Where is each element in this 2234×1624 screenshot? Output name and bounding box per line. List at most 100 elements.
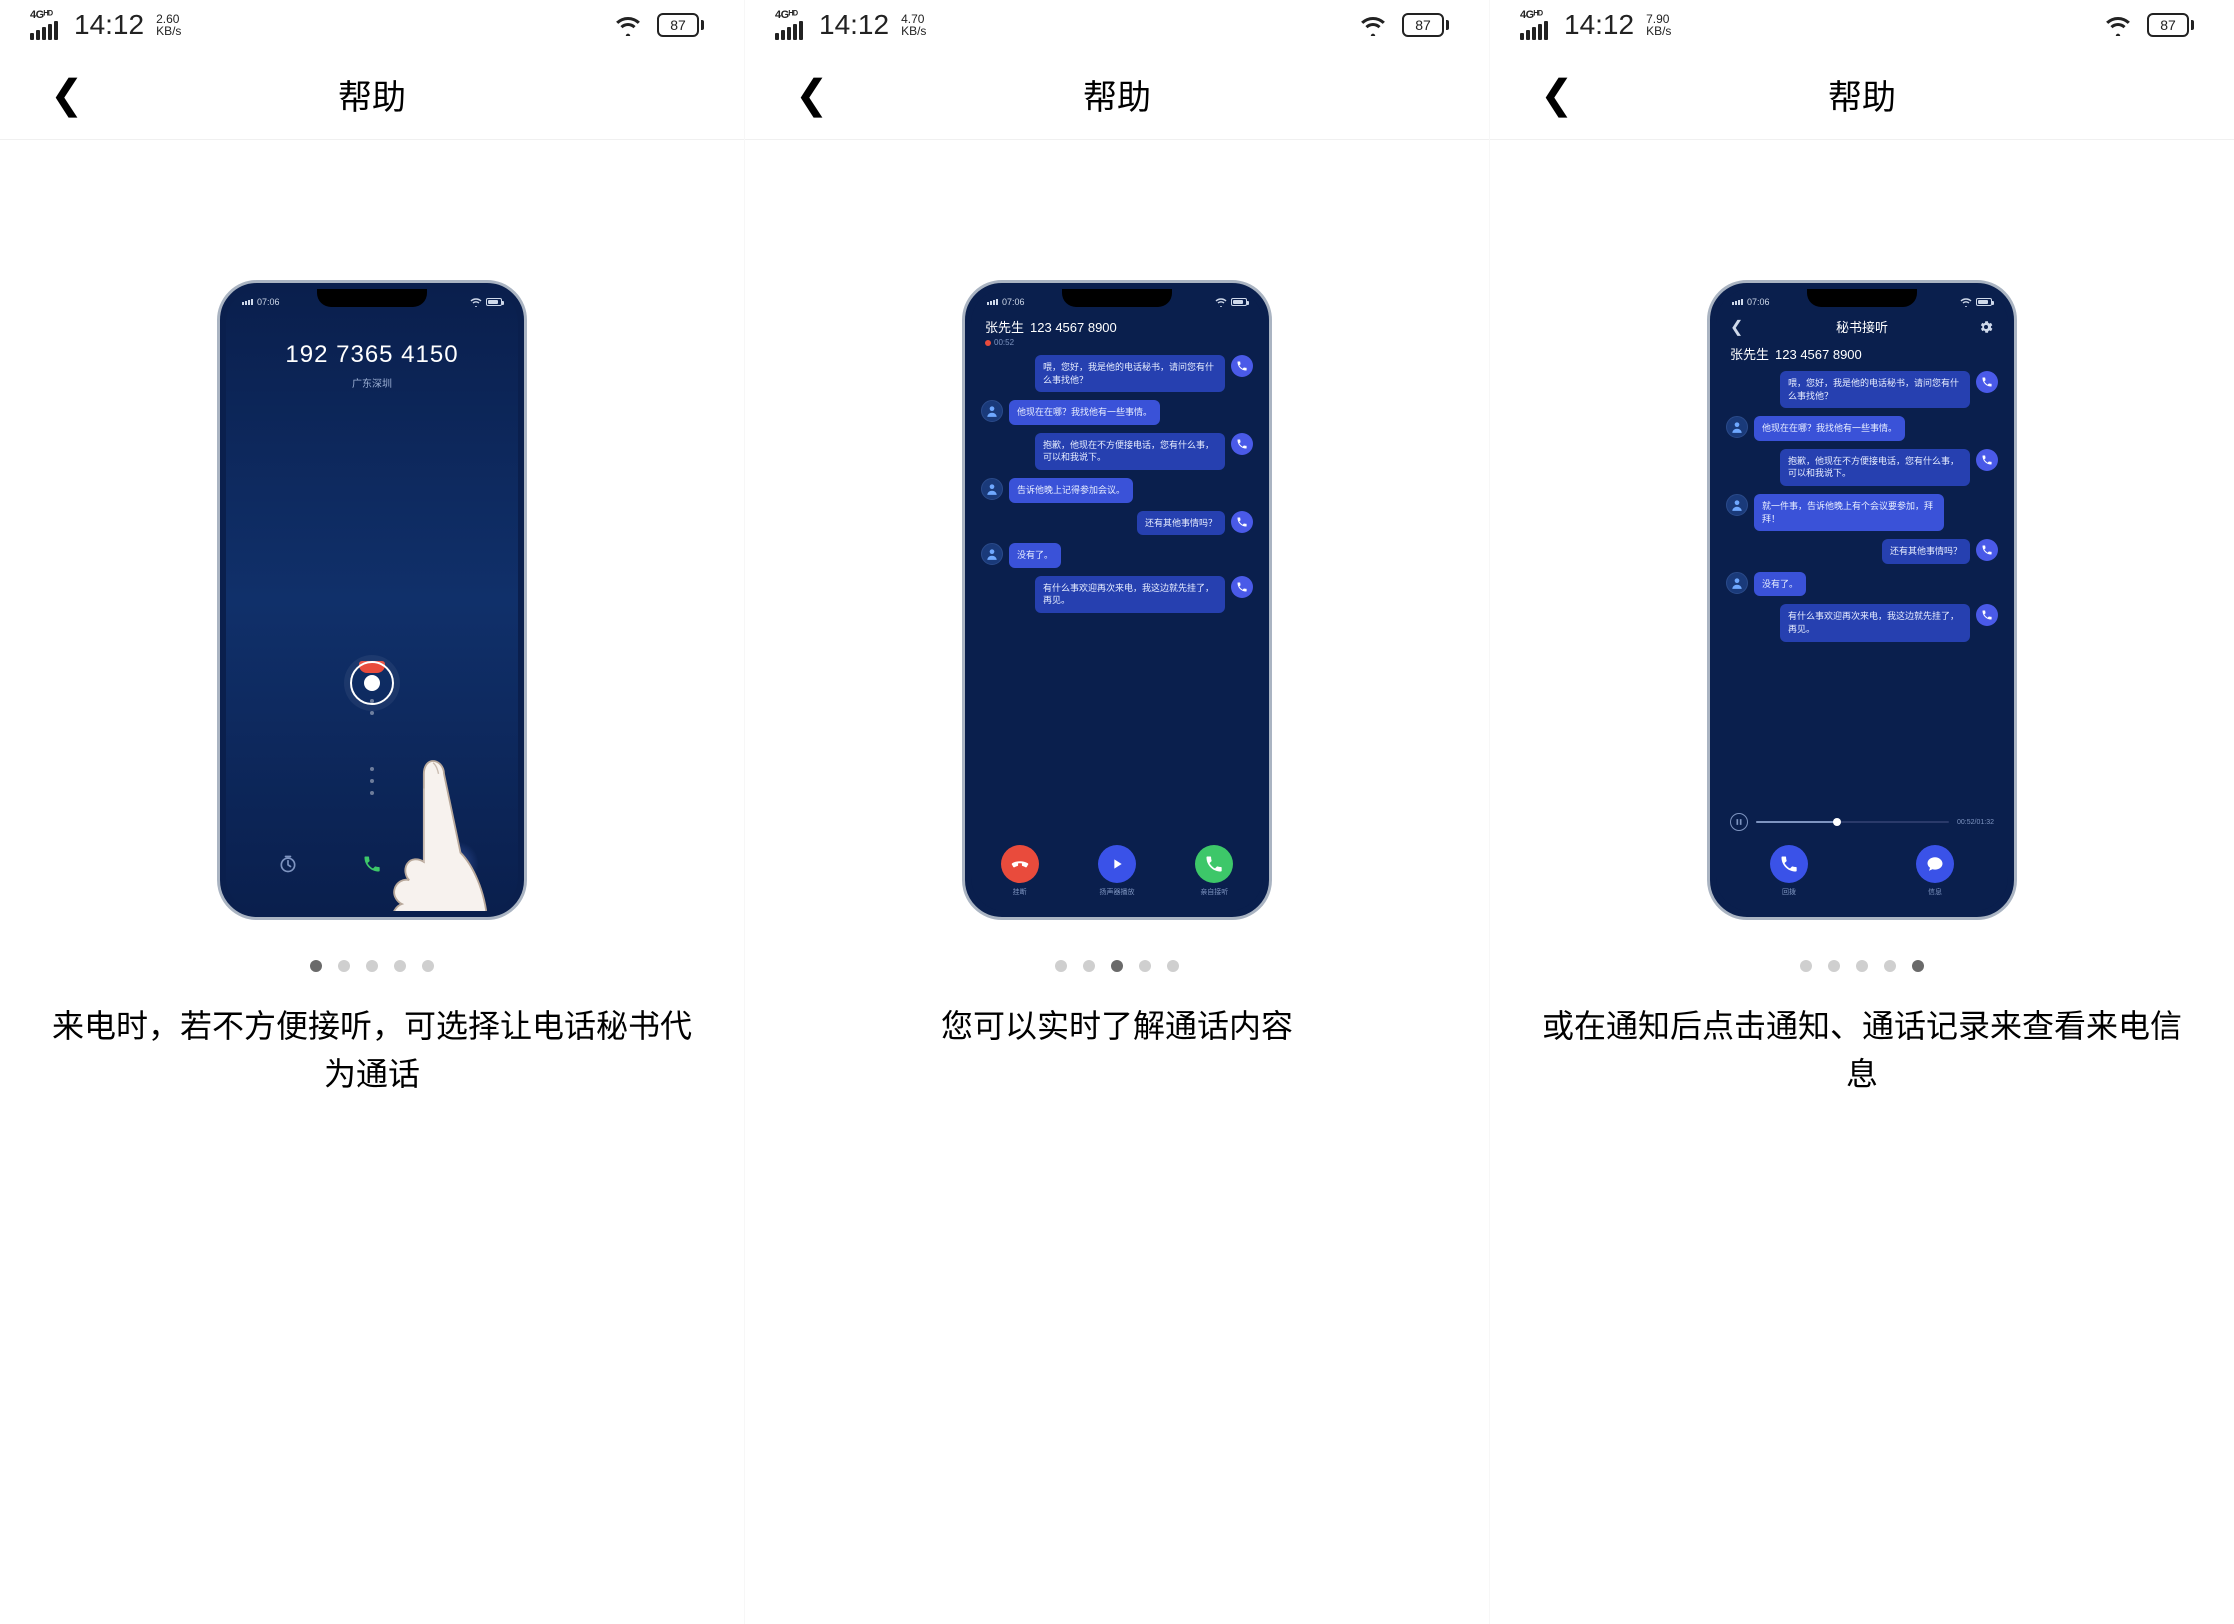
clock: 14:12 — [1564, 9, 1634, 41]
message-bubble: 还有其他事情吗？ — [1882, 539, 1970, 564]
wifi-icon — [2105, 14, 2131, 36]
battery-icon: 87 — [657, 13, 704, 37]
audio-player[interactable]: 00:52/01:32 — [1730, 813, 1994, 831]
message-bubble: 他现在在哪？我找他有一些事情。 — [1009, 400, 1160, 425]
secretary-avatar-icon — [1976, 604, 1998, 626]
app-header: ❮帮助 — [745, 50, 1489, 140]
network-label: 4Gᴴᴰ — [775, 10, 797, 21]
net-speed-unit: KB/s — [1646, 25, 1671, 37]
wifi-icon — [1360, 14, 1386, 36]
device-status-bar: 4Gᴴᴰ14:122.60KB/s87 — [0, 0, 744, 50]
device-status-bar: 4Gᴴᴰ14:124.70KB/s87 — [745, 0, 1489, 50]
secretary-avatar-icon — [1976, 371, 1998, 393]
caller-avatar-icon — [1726, 572, 1748, 594]
caller-avatar-icon — [981, 478, 1003, 500]
chat-header: 张先生123 4567 890000:52 — [971, 311, 1263, 349]
secretary-answer-button[interactable] — [433, 841, 479, 887]
caller-location: 广东深圳 — [226, 375, 518, 390]
chat-message: 有什么事欢迎再次来电，我这边就先挂了，再见。 — [1726, 604, 1998, 641]
message-bubble: 抱歉，他现在不方便接电话，您有什么事，可以和我说下。 — [1035, 433, 1225, 470]
chat-message: 他现在在哪？我找他有一些事情。 — [981, 400, 1253, 425]
caller-name: 张先生 — [1730, 347, 1769, 362]
page-title: 帮助 — [745, 70, 1489, 119]
action-扬声器播放[interactable]: 扬声器播放 — [1098, 845, 1136, 897]
caller-avatar-icon — [1726, 494, 1748, 516]
seek-bar[interactable] — [1756, 821, 1949, 823]
remind-later-button[interactable] — [265, 841, 311, 887]
app-header: ❮帮助 — [0, 50, 744, 140]
secretary-avatar-icon — [1976, 539, 1998, 561]
signal-icon — [775, 21, 803, 40]
net-speed-unit: KB/s — [901, 25, 926, 37]
chat-message: 有什么事欢迎再次来电，我这边就先挂了，再见。 — [981, 576, 1253, 613]
page-indicator — [1055, 960, 1179, 972]
caller-number: 192 7365 4150 — [226, 341, 518, 369]
settings-icon[interactable] — [1978, 319, 1994, 335]
phone-mockup: 07:06192 7365 4150广东深圳 — [217, 280, 527, 920]
page-indicator — [1800, 960, 1924, 972]
action-亲自接听[interactable]: 亲自接听 — [1195, 845, 1233, 897]
chat-message: 告诉他晚上记得参加会议。 — [981, 478, 1253, 503]
page-title: 帮助 — [0, 70, 744, 119]
net-speed-unit: KB/s — [156, 25, 181, 37]
back-button[interactable]: ❮ — [1540, 72, 1574, 118]
app-header: ❮帮助 — [1490, 50, 2234, 140]
signal-icon — [1520, 21, 1548, 40]
phone-mockup: 07:06张先生123 4567 890000:52喂，您好，我是他的电话秘书，… — [962, 280, 1272, 920]
back-button[interactable]: ❮ — [50, 72, 84, 118]
wifi-icon — [615, 14, 641, 36]
secretary-avatar-icon — [1231, 355, 1253, 377]
transcript[interactable]: 喂，您好，我是他的电话秘书，请问您有什么事找他？ 他现在在哪？我找他有一些事情。抱… — [1716, 365, 2008, 646]
message-bubble: 就一件事，告诉他晚上有个会议要参加，拜拜！ — [1754, 494, 1944, 531]
action-回拨[interactable]: 回拨 — [1770, 845, 1808, 897]
secretary-avatar-icon — [1976, 449, 1998, 471]
pause-button[interactable] — [1730, 813, 1748, 831]
answer-button[interactable] — [349, 841, 395, 887]
screen-title: 秘书接听 — [1836, 317, 1888, 336]
clock: 14:12 — [74, 9, 144, 41]
chat-message: 没有了。 — [981, 543, 1253, 568]
help-caption: 您可以实时了解通话内容 — [901, 1002, 1333, 1050]
chat-message: 他现在在哪？我找他有一些事情。 — [1726, 416, 1998, 441]
message-bubble: 有什么事欢迎再次来电，我这边就先挂了，再见。 — [1780, 604, 1970, 641]
action-挂断[interactable]: 挂断 — [1001, 845, 1039, 897]
message-bubble: 没有了。 — [1009, 543, 1061, 568]
secretary-avatar-icon — [1231, 576, 1253, 598]
chat-message: 抱歉，他现在不方便接电话，您有什么事，可以和我说下。 — [981, 433, 1253, 470]
message-bubble: 喂，您好，我是他的电话秘书，请问您有什么事找他？ — [1780, 371, 1970, 408]
chat-message: 还有其他事情吗？ — [1726, 539, 1998, 564]
answer-slider[interactable] — [350, 661, 394, 705]
secretary-avatar-icon — [1231, 511, 1253, 533]
incoming-call-screen: 192 7365 4150 广东深圳 — [226, 311, 518, 390]
live-call-actions: 挂断 扬声器播放 亲自接听 — [971, 835, 1263, 911]
time-label: 00:52/01:32 — [1957, 819, 1994, 826]
battery-icon: 87 — [1402, 13, 1449, 37]
help-caption: 来电时，若不方便接听，可选择让电话秘书代为通话 — [0, 1002, 744, 1098]
network-label: 4Gᴴᴰ — [30, 10, 52, 21]
signal-icon — [30, 21, 58, 40]
message-bubble: 告诉他晚上记得参加会议。 — [1009, 478, 1133, 503]
message-bubble: 喂，您好，我是他的电话秘书，请问您有什么事找他？ — [1035, 355, 1225, 392]
caller-avatar-icon — [1726, 416, 1748, 438]
caller-avatar-icon — [981, 400, 1003, 422]
action-信息[interactable]: 信息 — [1916, 845, 1954, 897]
playback-header: ❮ 秘书接听 — [1716, 311, 2008, 342]
transcript[interactable]: 喂，您好，我是他的电话秘书，请问您有什么事找他？ 他现在在哪？我找他有一些事情。抱… — [971, 349, 1263, 617]
back-icon[interactable]: ❮ — [1730, 317, 1743, 337]
device-status-bar: 4Gᴴᴰ14:127.90KB/s87 — [1490, 0, 2234, 50]
chat-message: 抱歉，他现在不方便接电话，您有什么事，可以和我说下。 — [1726, 449, 1998, 486]
chat-message: 还有其他事情吗？ — [981, 511, 1253, 536]
help-screen-3: 4Gᴴᴰ14:127.90KB/s87❮帮助07:06❮秘书接听张先生123 4… — [1490, 0, 2234, 1624]
back-button[interactable]: ❮ — [795, 72, 829, 118]
message-bubble: 他现在在哪？我找他有一些事情。 — [1754, 416, 1905, 441]
help-screen-1: 4Gᴴᴰ14:122.60KB/s87❮帮助07:06192 7365 4150… — [0, 0, 745, 1624]
help-screen-2: 4Gᴴᴰ14:124.70KB/s87❮帮助07:06张先生123 4567 8… — [745, 0, 1490, 1624]
caller-info: 张先生123 4567 8900 — [1716, 342, 2008, 365]
message-bubble: 有什么事欢迎再次来电，我这边就先挂了，再见。 — [1035, 576, 1225, 613]
message-bubble: 没有了。 — [1754, 572, 1806, 597]
page-title: 帮助 — [1490, 70, 2234, 119]
help-caption: 或在通知后点击通知、通话记录来查看来电信息 — [1490, 1002, 2234, 1098]
network-label: 4Gᴴᴰ — [1520, 10, 1542, 21]
message-bubble: 还有其他事情吗？ — [1137, 511, 1225, 536]
secretary-avatar-icon — [1231, 433, 1253, 455]
